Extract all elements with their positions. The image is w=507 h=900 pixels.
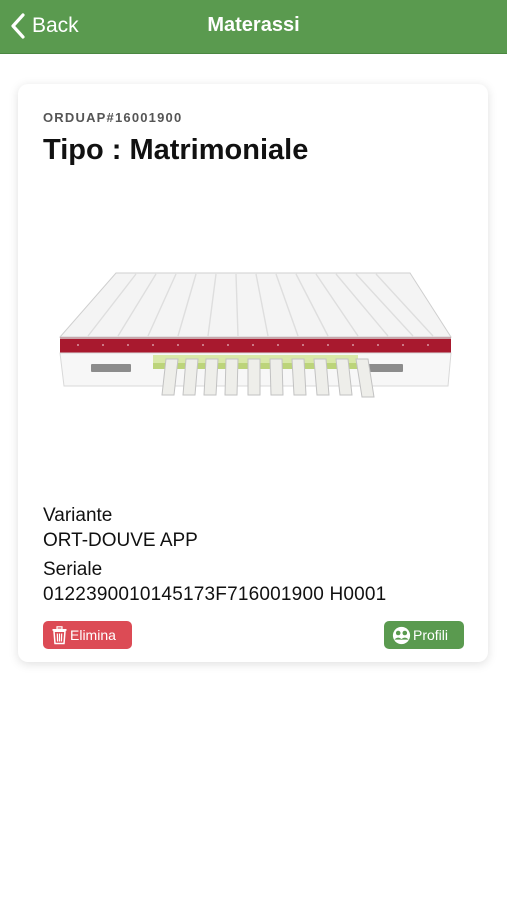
page-title: Materassi (207, 14, 300, 36)
serial-label: Seriale (43, 559, 103, 580)
profiles-button[interactable]: Profili (384, 621, 464, 649)
profiles-label: Profili (413, 627, 449, 643)
variant-label: Variante (43, 505, 113, 526)
profiles-icon (392, 626, 411, 645)
delete-label: Elimina (70, 627, 116, 643)
trash-icon (51, 625, 68, 645)
navigation-bar: Back Materassi (0, 0, 507, 54)
mattress-card: ORDUAP#16001900 Tipo : Matrimoniale Vari… (18, 84, 488, 662)
order-code: ORDUAP#16001900 (43, 110, 183, 125)
variant-value: ORT-DOUVE APP (43, 530, 198, 551)
type-title: Tipo : Matrimoniale (43, 134, 309, 166)
serial-value: 0122390010145173F716001900 H0001 (43, 584, 387, 605)
mattress-image (58, 269, 453, 399)
delete-button[interactable]: Elimina (43, 621, 132, 649)
